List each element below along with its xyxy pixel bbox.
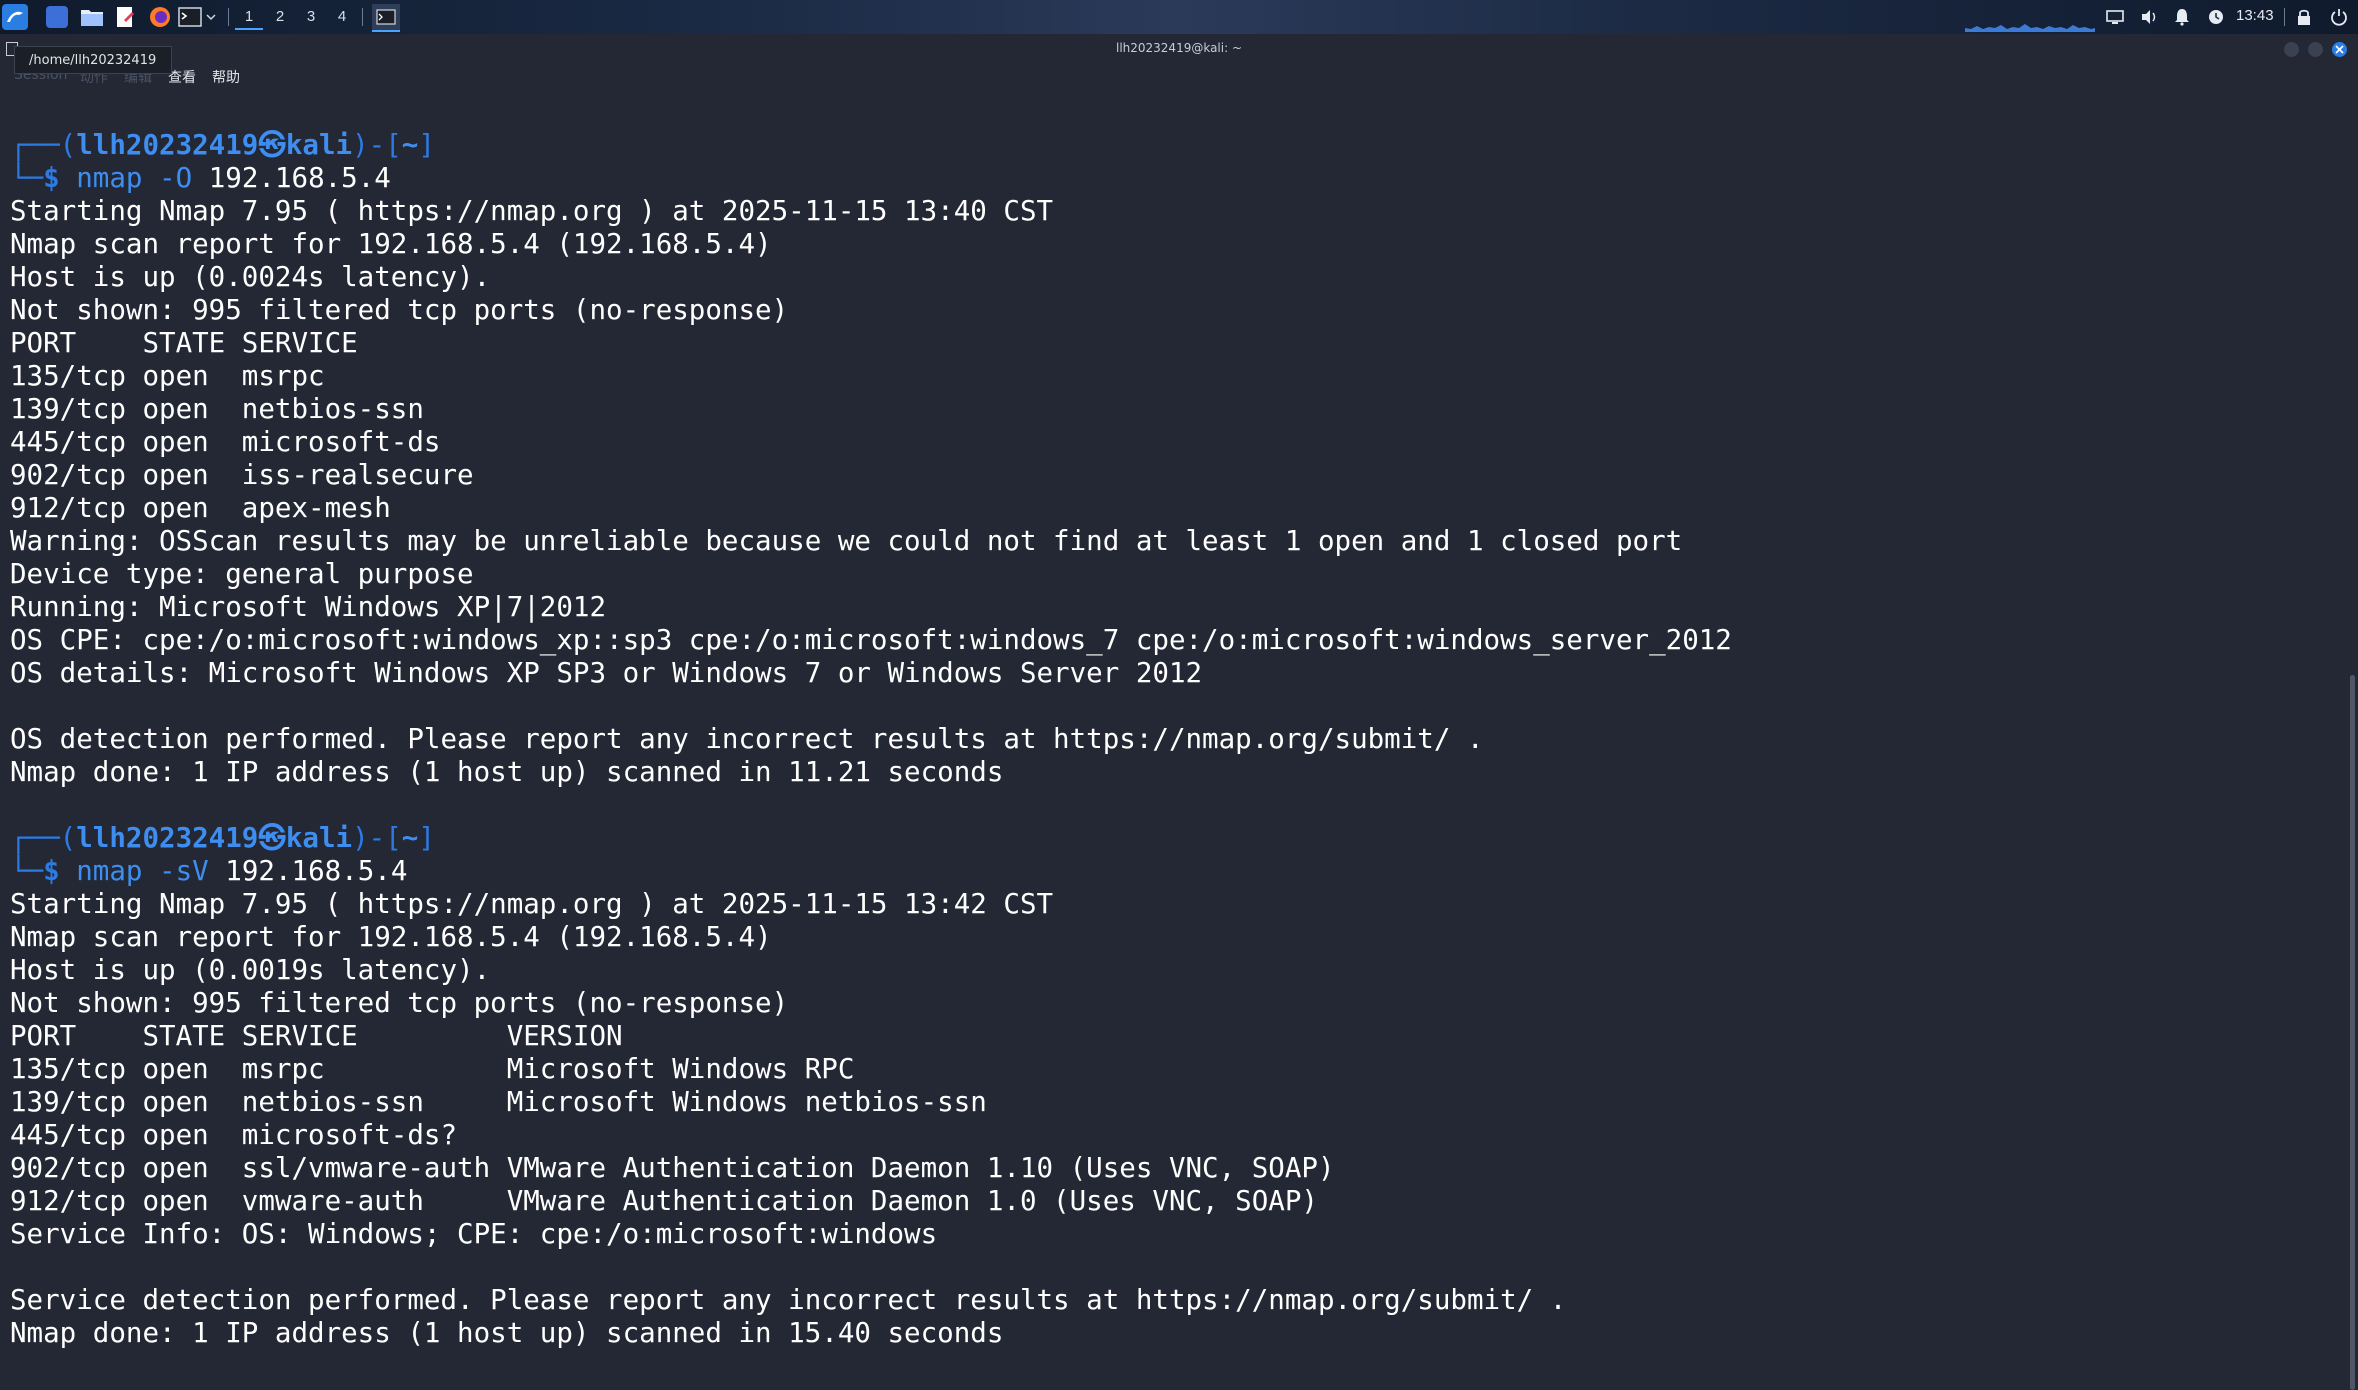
close-button[interactable] <box>2332 42 2347 57</box>
prompt-path: ~ <box>401 822 419 854</box>
output-line: 902/tcp open iss-realsecure <box>10 459 474 491</box>
panel-separator <box>362 8 363 26</box>
output-line: PORT STATE SERVICE VERSION <box>10 1020 623 1052</box>
text-editor-icon[interactable] <box>114 4 136 30</box>
display-icon[interactable] <box>2106 4 2124 30</box>
command-name: nmap <box>76 162 143 194</box>
show-desktop-icon[interactable] <box>46 4 68 30</box>
command-args: -sV <box>159 855 209 887</box>
power-icon[interactable] <box>2330 4 2348 30</box>
prompt-dollar: $ <box>43 855 60 887</box>
output-line: 135/tcp open msrpc Microsoft Windows RPC <box>10 1053 855 1085</box>
prompt-dollar: $ <box>43 162 60 194</box>
firefox-icon[interactable] <box>148 4 172 30</box>
output-line: 445/tcp open microsoft-ds? <box>10 1119 458 1151</box>
prompt-box-mid: )-[ <box>352 822 402 854</box>
minimize-button[interactable] <box>2284 42 2299 57</box>
output-line: Running: Microsoft Windows XP|7|2012 <box>10 591 607 623</box>
output-line: 912/tcp open apex-mesh <box>10 492 391 524</box>
output-line: Host is up (0.0024s latency). <box>10 261 491 293</box>
prompt-header: ┌──(llh20232419㉿kali)-[~] <box>10 822 1732 855</box>
prompt-command-line: └─$ nmap -sV 192.168.5.4 <box>10 855 1732 888</box>
output-line: PORT STATE SERVICE <box>10 327 358 359</box>
lock-screen-icon[interactable] <box>2296 4 2312 30</box>
output-line: Warning: OSScan results may be unreliabl… <box>10 525 1683 557</box>
workspace-3[interactable]: 3 <box>297 6 325 28</box>
volume-icon[interactable] <box>2140 4 2160 30</box>
prompt-box-bottom: └─ <box>10 162 44 194</box>
output-line: 445/tcp open microsoft-ds <box>10 426 441 458</box>
output-line: 902/tcp open ssl/vmware-auth VMware Auth… <box>10 1152 1335 1184</box>
file-manager-icon[interactable] <box>80 4 104 30</box>
output-line: Host is up (0.0019s latency). <box>10 954 491 986</box>
path-tooltip: /home/llh20232419 <box>14 46 172 74</box>
prompt-box-close: ] <box>418 129 435 161</box>
output-line: Service Info: OS: Windows; CPE: cpe:/o:m… <box>10 1218 938 1250</box>
prompt-user-host: llh20232419㉿kali <box>76 129 353 161</box>
taskbar-terminal-window[interactable] <box>372 4 400 32</box>
panel-separator <box>2284 8 2285 26</box>
prompt-box-close: ] <box>418 822 435 854</box>
prompt-box-bottom: └─ <box>10 855 44 887</box>
output-line: OS detection performed. Please report an… <box>10 723 1484 755</box>
output-line: Starting Nmap 7.95 ( https://nmap.org ) … <box>10 888 1054 920</box>
prompt-command-line: └─$ nmap -O 192.168.5.4 <box>10 162 1732 195</box>
output-line: Starting Nmap 7.95 ( https://nmap.org ) … <box>10 195 1054 227</box>
command-name: nmap <box>76 855 143 887</box>
close-icon <box>2335 45 2344 54</box>
scrollbar-thumb[interactable] <box>2350 675 2355 1390</box>
panel-separator <box>228 8 229 26</box>
prompt-header: ┌──(llh20232419㉿kali)-[~] <box>10 129 1732 162</box>
output-line: 139/tcp open netbios-ssn <box>10 393 424 425</box>
prompt-user-host: llh20232419㉿kali <box>76 822 353 854</box>
output-line: Nmap scan report for 192.168.5.4 (192.16… <box>10 921 772 953</box>
output-line: Nmap scan report for 192.168.5.4 (192.16… <box>10 228 772 260</box>
kali-menu-icon[interactable] <box>2 4 28 30</box>
output-line: Service detection performed. Please repo… <box>10 1284 1567 1316</box>
maximize-button[interactable] <box>2308 42 2323 57</box>
output-line: 912/tcp open vmware-auth VMware Authenti… <box>10 1185 1318 1217</box>
terminal-scrollbar[interactable] <box>2347 90 2358 1390</box>
output-line: Not shown: 995 filtered tcp ports (no-re… <box>10 294 789 326</box>
output-line: Not shown: 995 filtered tcp ports (no-re… <box>10 987 789 1019</box>
top-panel: 1 2 3 4 13:43 <box>0 0 2358 34</box>
command-args: -O <box>159 162 193 194</box>
command-target: 192.168.5.4 <box>225 855 408 887</box>
prompt-path: ~ <box>401 129 419 161</box>
workspace-2[interactable]: 2 <box>266 6 294 28</box>
prompt-box-top: ┌──( <box>10 129 77 161</box>
menu-bar: Session 动作 编辑 查看 帮助 <box>0 62 2358 90</box>
menu-help[interactable]: 帮助 <box>212 67 240 87</box>
panel-clock[interactable]: 13:43 <box>2236 7 2274 24</box>
chevron-down-icon[interactable] <box>206 4 216 30</box>
menu-view[interactable]: 查看 <box>168 67 196 87</box>
output-line: OS CPE: cpe:/o:microsoft:windows_xp::sp3… <box>10 624 1732 656</box>
output-line: 135/tcp open msrpc <box>10 360 325 392</box>
output-line: Nmap done: 1 IP address (1 host up) scan… <box>10 756 1004 788</box>
workspace-1[interactable]: 1 <box>235 6 263 30</box>
terminal-launcher-icon[interactable] <box>178 4 202 30</box>
output-line: OS details: Microsoft Windows XP SP3 or … <box>10 657 1203 689</box>
clock-icon <box>2208 4 2224 30</box>
output-line: 139/tcp open netbios-ssn Microsoft Windo… <box>10 1086 987 1118</box>
notification-bell-icon[interactable] <box>2174 4 2190 30</box>
output-line: Device type: general purpose <box>10 558 474 590</box>
window-titlebar[interactable]: llh20232419@kali: ~ <box>0 34 2358 62</box>
cpu-graph <box>1965 10 2095 32</box>
workspace-4[interactable]: 4 <box>328 6 356 28</box>
command-target: 192.168.5.4 <box>208 162 391 194</box>
terminal-view[interactable]: ┌──(llh20232419㉿kali)-[~] └─$ nmap -O 19… <box>0 90 2346 1360</box>
prompt-box-top: ┌──( <box>10 822 77 854</box>
prompt-box-mid: )-[ <box>352 129 402 161</box>
output-line: Nmap done: 1 IP address (1 host up) scan… <box>10 1317 1004 1349</box>
window-title: llh20232419@kali: ~ <box>1115 41 1243 55</box>
